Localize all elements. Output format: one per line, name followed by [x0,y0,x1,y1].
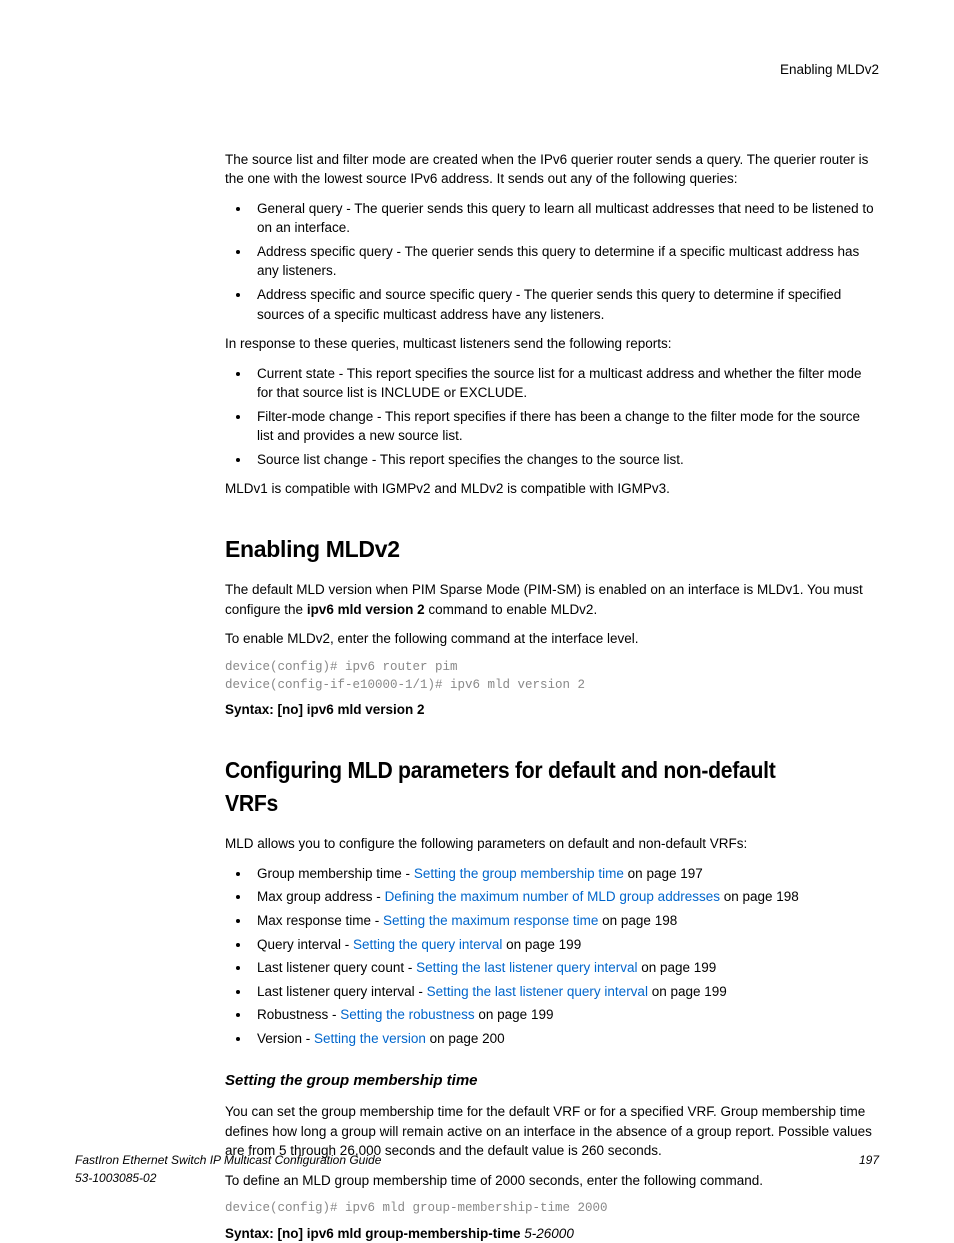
list-item: Max response time - Setting the maximum … [251,911,879,931]
footer-left: FastIron Ethernet Switch IP Multicast Co… [75,1152,381,1187]
text-run: Max response time - [257,913,383,928]
running-header: Enabling MLDv2 [75,60,879,80]
list-item: Group membership time - Setting the grou… [251,864,879,884]
text-run: Query interval - [257,937,353,952]
list-item: Version - Setting the version on page 20… [251,1029,879,1049]
intro-paragraph: The source list and filter mode are crea… [225,150,879,189]
text-run: on page 198 [720,889,799,904]
sec2-paragraph-1: MLD allows you to configure the followin… [225,834,879,854]
reports-list: Current state - This report specifies th… [225,364,879,470]
page-footer: FastIron Ethernet Switch IP Multicast Co… [75,1152,879,1187]
reports-intro: In response to these queries, multicast … [225,334,879,354]
page-number: 197 [859,1152,879,1187]
text-run: on page 199 [648,984,727,999]
params-list: Group membership time - Setting the grou… [225,864,879,1049]
code-block: device(config)# ipv6 mld group-membershi… [225,1200,879,1218]
text-run: on page 199 [475,1007,554,1022]
queries-list: General query - The querier sends this q… [225,199,879,324]
command-name: ipv6 mld version 2 [307,602,425,617]
text-run: Last listener query count - [257,960,416,975]
text-run: on page 200 [426,1031,505,1046]
text-run: on page 199 [637,960,716,975]
code-block: device(config)# ipv6 router pim device(c… [225,659,879,694]
syntax-line: Syntax: [no] ipv6 mld group-membership-t… [225,1224,879,1243]
xref-link[interactable]: Setting the last listener query interval [416,960,637,975]
list-item: Last listener query count - Setting the … [251,958,879,978]
text-run: Version - [257,1031,314,1046]
xref-link[interactable]: Setting the group membership time [414,866,624,881]
body-content: The source list and filter mode are crea… [225,150,879,1243]
list-item: Address specific query - The querier sen… [251,242,879,281]
section-heading-enabling-mldv2: Enabling MLDv2 [225,533,879,566]
list-item: Address specific and source specific que… [251,285,879,324]
section-heading-configuring-mld: Configuring MLD parameters for default a… [225,754,827,821]
subsection-heading: Setting the group membership time [225,1070,879,1092]
page: Enabling MLDv2 The source list and filte… [0,0,954,1235]
xref-link[interactable]: Setting the query interval [353,937,502,952]
syntax-arg: 5-26000 [524,1226,574,1241]
sec1-paragraph-2: To enable MLDv2, enter the following com… [225,629,879,649]
syntax-line: Syntax: [no] ipv6 mld version 2 [225,700,879,720]
xref-link[interactable]: Defining the maximum number of MLD group… [385,889,720,904]
list-item: Current state - This report specifies th… [251,364,879,403]
list-item: Filter-mode change - This report specifi… [251,407,879,446]
text-run: on page 198 [598,913,677,928]
list-item: Max group address - Defining the maximum… [251,887,879,907]
xref-link[interactable]: Setting the last listener query interval [427,984,648,999]
list-item: Query interval - Setting the query inter… [251,935,879,955]
text-run: on page 197 [624,866,703,881]
doc-title: FastIron Ethernet Switch IP Multicast Co… [75,1152,381,1169]
text-run: on page 199 [502,937,581,952]
list-item: Source list change - This report specifi… [251,450,879,470]
list-item: General query - The querier sends this q… [251,199,879,238]
compat-paragraph: MLDv1 is compatible with IGMPv2 and MLDv… [225,479,879,499]
xref-link[interactable]: Setting the maximum response time [383,913,598,928]
xref-link[interactable]: Setting the robustness [340,1007,474,1022]
list-item: Robustness - Setting the robustness on p… [251,1005,879,1025]
text-run: Syntax: [no] ipv6 mld group-membership-t… [225,1226,524,1241]
sec1-paragraph-1: The default MLD version when PIM Sparse … [225,580,879,619]
list-item: Last listener query interval - Setting t… [251,982,879,1002]
text-run: command to enable MLDv2. [425,602,598,617]
doc-number: 53-1003085-02 [75,1170,381,1187]
text-run: Last listener query interval - [257,984,427,999]
xref-link[interactable]: Setting the version [314,1031,426,1046]
text-run: Group membership time - [257,866,414,881]
text-run: Robustness - [257,1007,340,1022]
text-run: Max group address - [257,889,385,904]
